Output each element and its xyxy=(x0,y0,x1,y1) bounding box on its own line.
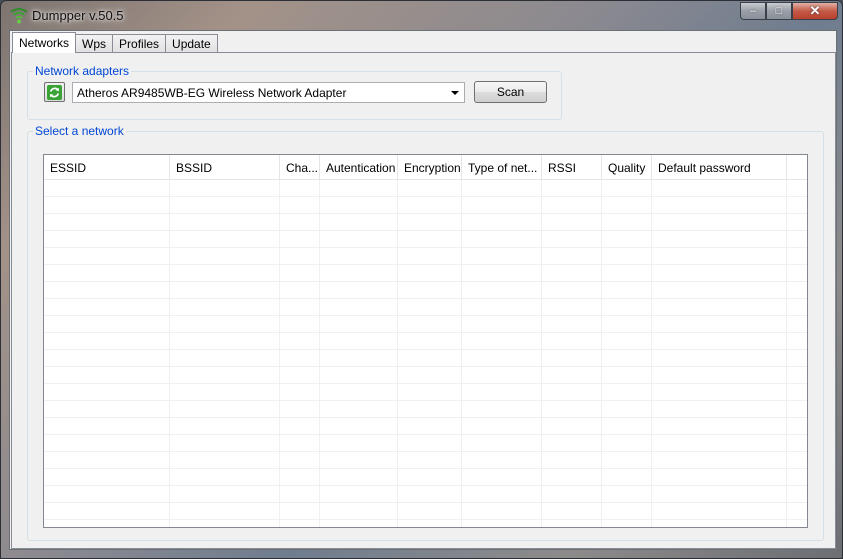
refresh-icon xyxy=(47,84,62,100)
column-header-encryption[interactable]: Encryption xyxy=(398,155,462,179)
network-adapters-legend: Network adapters xyxy=(35,64,130,78)
adapter-select-value: Atheros AR9485WB-EG Wireless Network Ada… xyxy=(77,86,347,100)
select-network-group: Select a network ESSID BSSID Cha... Aute… xyxy=(27,124,824,541)
column-header-rssi[interactable]: RSSI xyxy=(542,155,602,179)
column-header-filler xyxy=(787,155,807,179)
networks-tab-page: Network adapters Atheros AR9485WB-EG Wir… xyxy=(11,52,836,549)
networks-list-header: ESSID BSSID Cha... Autentication Encrypt… xyxy=(44,155,807,180)
column-divider xyxy=(461,180,462,527)
tab-profiles[interactable]: Profiles xyxy=(112,34,167,53)
column-divider xyxy=(169,180,170,527)
column-divider xyxy=(651,180,652,527)
column-divider xyxy=(601,180,602,527)
tab-wps[interactable]: Wps xyxy=(75,34,114,53)
client-area: Networks Wps Profiles Update Network ada… xyxy=(9,30,837,550)
minimize-button[interactable]: – xyxy=(740,2,766,20)
tab-networks[interactable]: Networks xyxy=(12,32,77,53)
column-header-channel[interactable]: Cha... xyxy=(280,155,320,179)
column-divider xyxy=(319,180,320,527)
close-button[interactable]: ✕ xyxy=(792,2,838,20)
tab-strip: Networks Wps Profiles Update xyxy=(12,32,218,53)
dropdown-arrow-icon xyxy=(451,91,459,95)
column-divider xyxy=(279,180,280,527)
column-divider xyxy=(786,180,787,527)
column-divider xyxy=(541,180,542,527)
app-window: Dumpper v.50.5 – □ ✕ Networks Wps Profil… xyxy=(0,0,843,559)
network-adapters-group: Network adapters Atheros AR9485WB-EG Wir… xyxy=(27,64,562,120)
title-bar[interactable]: Dumpper v.50.5 – □ ✕ xyxy=(1,1,842,29)
refresh-adapters-button[interactable] xyxy=(44,82,65,102)
scan-button[interactable]: Scan xyxy=(474,81,547,103)
column-header-bssid[interactable]: BSSID xyxy=(170,155,280,179)
maximize-button[interactable]: □ xyxy=(766,2,792,20)
adapter-select[interactable]: Atheros AR9485WB-EG Wireless Network Ada… xyxy=(72,82,465,103)
caption-buttons: – □ ✕ xyxy=(740,2,838,21)
column-header-default-password[interactable]: Default password xyxy=(652,155,787,179)
tab-update[interactable]: Update xyxy=(165,34,218,53)
column-header-quality[interactable]: Quality xyxy=(602,155,652,179)
column-divider xyxy=(397,180,398,527)
column-header-network-type[interactable]: Type of net... xyxy=(462,155,542,179)
networks-list[interactable]: ESSID BSSID Cha... Autentication Encrypt… xyxy=(43,154,808,528)
select-network-legend: Select a network xyxy=(35,124,124,138)
column-header-authentication[interactable]: Autentication xyxy=(320,155,398,179)
window-title: Dumpper v.50.5 xyxy=(32,8,124,23)
column-header-essid[interactable]: ESSID xyxy=(44,155,170,179)
wifi-app-icon xyxy=(10,8,28,24)
networks-list-body[interactable] xyxy=(44,180,807,527)
